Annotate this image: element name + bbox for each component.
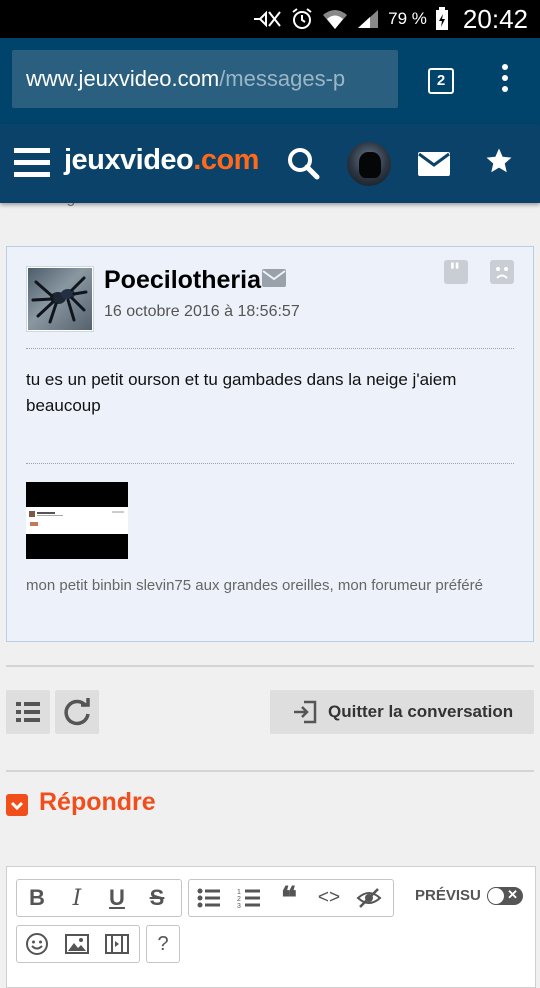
svg-text:2: 2 (237, 896, 241, 903)
reply-heading[interactable]: Répondre (39, 788, 156, 817)
back-to-list-button[interactable] (6, 690, 50, 734)
block-toolbar-group: 123 ❝ <> (188, 879, 394, 917)
browser-toolbar: www.jeuxvideo.com/messages-p 2 (0, 38, 540, 124)
favorites-star-icon[interactable] (484, 146, 514, 176)
refresh-button[interactable] (55, 690, 99, 734)
signature-divider (26, 463, 514, 464)
numbered-list-icon: 123 (237, 889, 260, 909)
signature-text: mon petit binbin slevin75 aux grandes or… (26, 577, 483, 594)
hamburger-menu-icon[interactable] (14, 148, 50, 178)
bullet-list-icon (197, 888, 220, 908)
underline-button[interactable]: U (97, 880, 137, 916)
url-field[interactable]: www.jeuxvideo.com/messages-p (12, 50, 398, 108)
logo-ext: .com (193, 144, 259, 176)
site-header: jeuxvideo.com (0, 124, 540, 203)
user-avatar[interactable] (347, 142, 391, 186)
refresh-icon (64, 698, 90, 726)
bold-button[interactable]: B (17, 880, 57, 916)
eye-slash-icon (356, 888, 382, 908)
signal-icon (358, 10, 379, 28)
battery-percent: 79 % (388, 9, 427, 28)
status-bar: 79 % 20:42 (0, 0, 540, 38)
preview-toggle[interactable]: ✕ (487, 887, 523, 905)
report-button[interactable] (490, 260, 514, 284)
signature-screenshot (26, 507, 128, 534)
url-path: /messages-p (219, 66, 346, 91)
close-icon: ✕ (507, 887, 518, 902)
message-card: Poecilotheria 16 octobre 2016 à 18:56:57… (6, 246, 534, 642)
exit-icon (294, 700, 317, 724)
image-button[interactable] (57, 926, 97, 962)
alarm-icon (292, 8, 312, 29)
separator (6, 770, 534, 772)
message-body: tu es un petit ourson et tu gambades dan… (26, 370, 457, 415)
media-toolbar-group (16, 925, 140, 963)
sad-face-icon (496, 267, 508, 279)
svg-text:1: 1 (237, 889, 241, 896)
svg-text:3: 3 (237, 903, 241, 909)
image-icon (65, 934, 89, 954)
tab-switcher-button[interactable]: 2 (428, 68, 454, 94)
author-avatar[interactable] (26, 266, 94, 332)
emoji-button[interactable] (17, 926, 57, 962)
author-name[interactable]: Poecilotheria (104, 266, 261, 295)
signature-image-top (26, 482, 128, 507)
smiley-icon (26, 933, 48, 955)
strikethrough-button[interactable]: S (137, 880, 177, 916)
mail-icon[interactable] (418, 152, 450, 176)
tarantula-image (31, 276, 88, 324)
leave-conversation-label: Quitter la conversation (328, 702, 514, 721)
reply-editor: B I U S 123 ❝ <> PRÉVISU ✕ ? (6, 866, 536, 988)
list-icon (16, 702, 40, 722)
bullet-list-button[interactable] (189, 880, 229, 916)
divider (26, 348, 514, 349)
quote-icon: " (449, 259, 461, 285)
search-icon[interactable] (286, 146, 320, 180)
italic-button[interactable]: I (57, 880, 97, 916)
message-date[interactable]: 16 octobre 2016 à 18:56:57 (104, 303, 300, 321)
quote-block-button[interactable]: ❝ (269, 880, 309, 916)
help-toolbar-group: ? (146, 925, 180, 963)
send-mp-icon[interactable] (262, 269, 286, 287)
chevron-down-icon (10, 801, 24, 811)
wifi-icon (323, 10, 348, 29)
quote-button[interactable]: " (444, 259, 468, 285)
collapse-reply-button[interactable] (6, 794, 28, 816)
code-button[interactable]: <> (309, 880, 349, 916)
spoiler-button[interactable] (349, 880, 389, 916)
numbered-list-button[interactable]: 123 (229, 880, 269, 916)
url-host: www.jeuxvideo.com (26, 66, 220, 91)
battery-icon (435, 7, 448, 30)
separator (6, 665, 534, 667)
leave-conversation-button[interactable]: Quitter la conversation (270, 690, 534, 734)
browser-menu-icon[interactable] (500, 64, 510, 96)
site-logo[interactable]: jeuxvideo.com (64, 144, 259, 177)
clock: 20:42 (462, 3, 528, 34)
film-icon (105, 934, 129, 954)
video-button[interactable] (97, 926, 137, 962)
logo-text: jeuxvideo (64, 144, 194, 176)
format-toolbar-group: B I U S (16, 879, 182, 917)
help-button[interactable]: ? (147, 926, 179, 962)
mute-icon (254, 10, 281, 28)
signature-image-bottom (26, 534, 128, 559)
preview-label: PRÉVISU (415, 887, 481, 904)
